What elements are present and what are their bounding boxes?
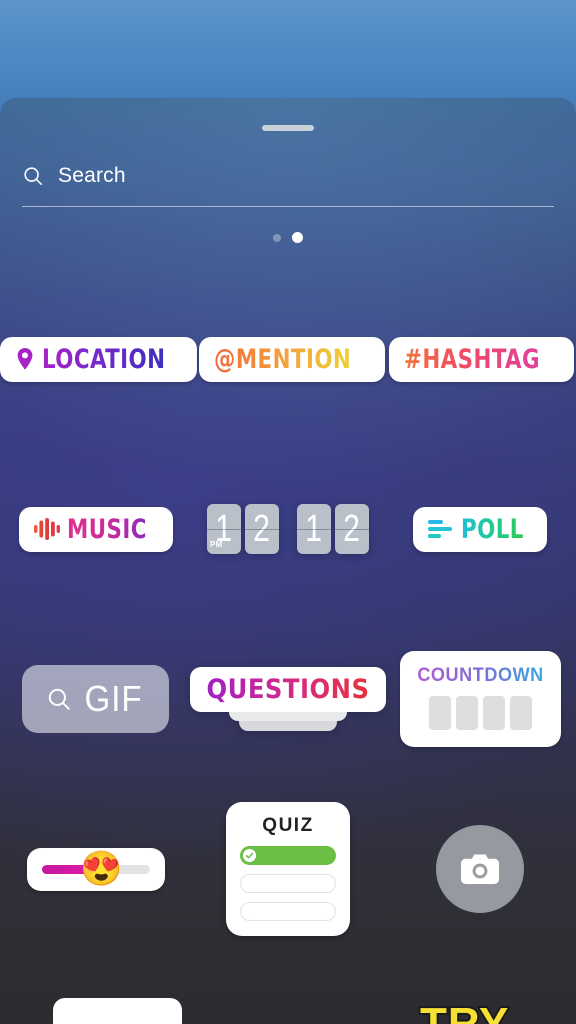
slider-track[interactable]: 😍 (42, 852, 150, 886)
questions-card: QUESTIONS (190, 667, 386, 712)
sticker-camera[interactable] (436, 825, 524, 913)
search-underline (22, 206, 554, 207)
sticker-cell: @MENTION (197, 274, 386, 444)
clock-digit: 1 (305, 508, 323, 550)
sticker-cell: QUIZ (192, 784, 384, 954)
sticker-cell: PM 1 2 1 2 (192, 444, 384, 614)
countdown-digit-tiles (429, 696, 533, 730)
sticker-row: LOCATION @MENTION #HASHTAG (0, 274, 576, 444)
quiz-option-empty[interactable] (240, 874, 336, 893)
sticker-mention[interactable]: @MENTION (198, 336, 385, 382)
page-indicator (273, 232, 303, 243)
slider-emoji-thumb[interactable]: 😍 (80, 852, 122, 886)
page-dot-1[interactable] (273, 233, 281, 242)
sticker-poll-label: POLL (460, 513, 524, 545)
search-icon (46, 686, 72, 712)
countdown-tile (456, 696, 479, 730)
countdown-tile (429, 696, 452, 730)
sticker-gif[interactable]: GIF (21, 665, 169, 733)
sticker-cell: LOCATION (0, 274, 198, 444)
page-dot-2[interactable] (292, 232, 303, 243)
clock-digit: 2 (253, 508, 271, 550)
sticker-cell: #HASHTAG (387, 274, 576, 444)
countdown-tile (510, 696, 533, 730)
sticker-grid: LOCATION @MENTION #HASHTAG MUSIC PM 1 2 … (0, 274, 576, 954)
sticker-cell: GIF (0, 614, 190, 784)
sticker-hashtag-label: #HASHTAG (404, 343, 541, 375)
sticker-cell (384, 784, 576, 954)
camera-icon (460, 852, 500, 886)
sticker-countdown-label: COUNTDOWN (417, 665, 544, 686)
quiz-option-correct[interactable] (240, 846, 336, 865)
questions-stack-layer-2 (238, 720, 337, 731)
sticker-peek-white[interactable] (53, 998, 182, 1024)
sticker-questions[interactable]: QUESTIONS (190, 667, 386, 731)
map-pin-icon (15, 347, 35, 371)
sticker-quiz-label: QUIZ (262, 815, 314, 836)
sticker-location-label: LOCATION (42, 343, 166, 375)
clock-minute-group: 1 2 (297, 504, 369, 554)
stories-sticker-tray-screen: Search LOCATION @MENTION #HASHTAG MUSIC … (0, 0, 576, 1024)
sticker-music-label: MUSIC (67, 513, 147, 545)
sticker-cell: MUSIC (0, 444, 192, 614)
search-input[interactable]: Search (58, 164, 126, 188)
drag-handle[interactable] (262, 125, 314, 131)
sticker-quiz[interactable]: QUIZ (226, 802, 350, 936)
quiz-option-empty[interactable] (240, 902, 336, 921)
search-bar[interactable]: Search (22, 153, 554, 199)
sticker-sheet: Search LOCATION @MENTION #HASHTAG MUSIC … (0, 98, 576, 1024)
sticker-questions-label: QUESTIONS (206, 674, 370, 705)
sticker-poll[interactable]: POLL (412, 506, 548, 552)
clock-tile: 2 (335, 504, 369, 554)
countdown-tile (483, 696, 506, 730)
sticker-emoji-slider[interactable]: 😍 (27, 847, 165, 891)
sticker-cell: 😍 (0, 784, 192, 954)
clock-meridiem: PM (210, 540, 223, 549)
sticker-music[interactable]: MUSIC (19, 506, 173, 552)
sticker-hashtag[interactable]: #HASHTAG (389, 336, 574, 382)
sticker-cell: QUESTIONS (190, 614, 386, 784)
clock-hour-group: PM 1 2 (207, 504, 279, 554)
music-waveform-icon (34, 518, 61, 540)
sticker-row: GIF QUESTIONS COUNTDOWN (0, 614, 576, 784)
clock-digit: 2 (343, 508, 361, 550)
sticker-mention-label: @MENTION (213, 343, 352, 375)
sticker-gif-label: GIF (84, 678, 143, 719)
clock-tile: 2 (245, 504, 279, 554)
photo-backdrop (0, 0, 576, 110)
sticker-peek-yellow-label[interactable]: TRY (418, 1000, 510, 1024)
sticker-clock[interactable]: PM 1 2 1 2 (207, 504, 369, 554)
sticker-row: MUSIC PM 1 2 1 2 POLL (0, 444, 576, 614)
sticker-cell: COUNTDOWN (386, 614, 576, 784)
sticker-countdown[interactable]: COUNTDOWN (400, 651, 562, 747)
check-circle-icon (243, 849, 256, 862)
sticker-location[interactable]: LOCATION (0, 336, 198, 382)
poll-bars-icon (427, 519, 454, 539)
bottom-row-peek: TRY (0, 998, 576, 1024)
sticker-row: 😍 QUIZ (0, 784, 576, 954)
search-icon (22, 165, 44, 187)
sticker-cell: POLL (384, 444, 576, 614)
clock-tile: PM 1 (207, 504, 241, 554)
clock-tile: 1 (297, 504, 331, 554)
